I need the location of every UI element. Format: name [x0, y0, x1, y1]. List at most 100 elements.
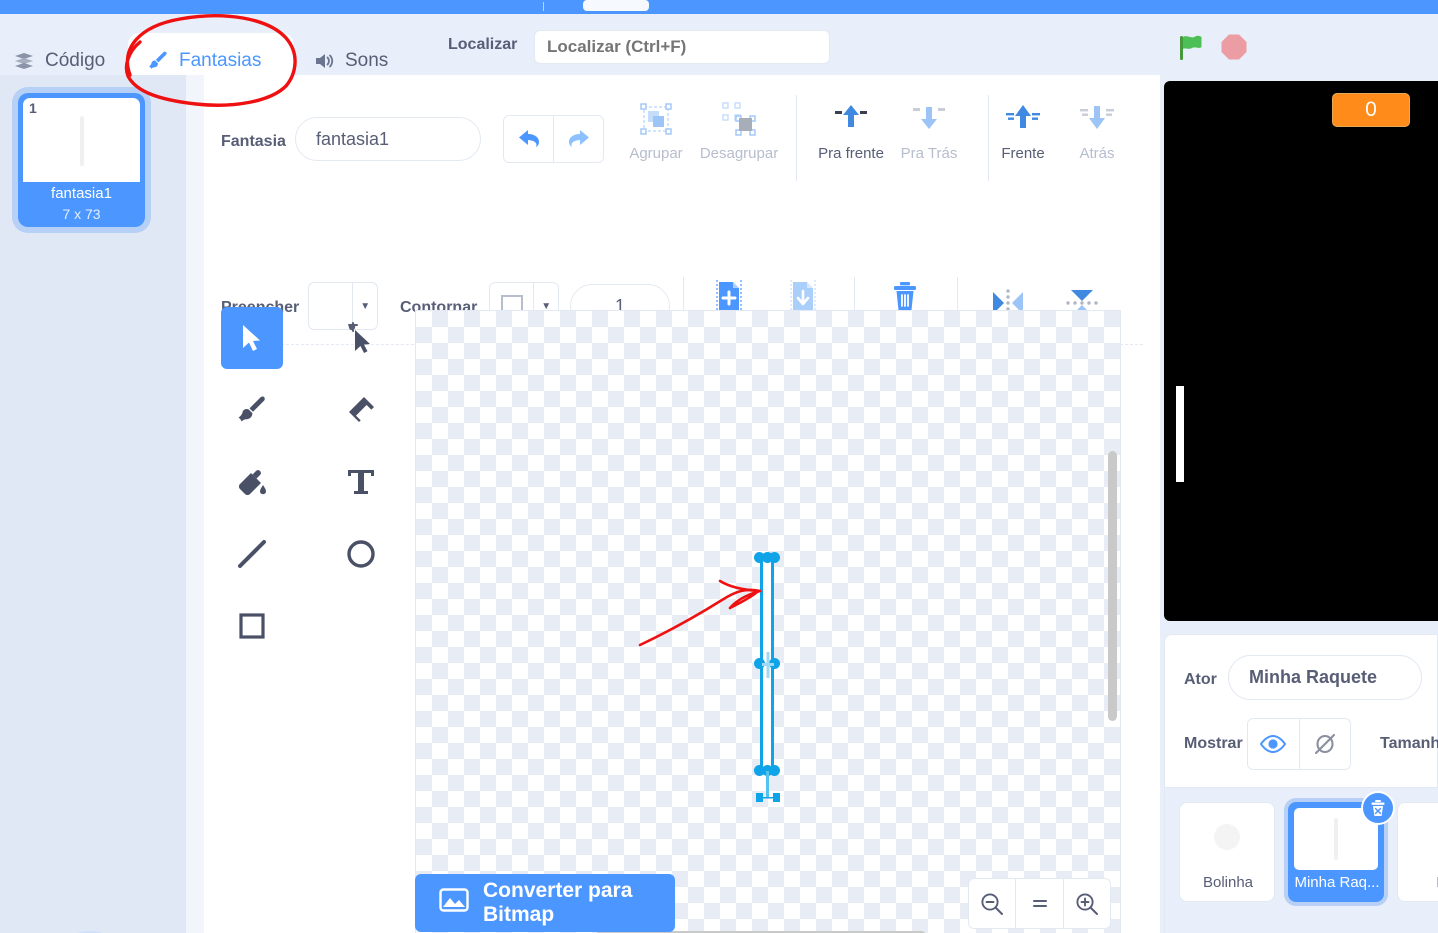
sprite-name: Ra [1398, 874, 1438, 891]
back-label: Atrás [1079, 145, 1115, 162]
size-label: Tamanho [1380, 735, 1438, 752]
paintbrush-icon [238, 396, 265, 422]
sprite-name-field[interactable] [1228, 655, 1422, 700]
send-backward-button[interactable]: Pra Trás [892, 97, 966, 162]
tool-line[interactable] [221, 523, 283, 585]
eye-icon [1260, 734, 1287, 754]
sprite-card-ra[interactable]: Ra [1397, 802, 1438, 902]
costume-name-field[interactable] [295, 117, 481, 161]
tool-rectangle[interactable] [221, 595, 283, 657]
tab-codigo-label: Código [45, 50, 106, 71]
tool-brush[interactable] [221, 379, 283, 441]
tab-sons-label: Sons [345, 50, 389, 71]
selected-shape[interactable] [754, 552, 780, 802]
costume-name: fantasia1 [51, 185, 112, 202]
handle-bottom-right [769, 765, 780, 776]
costume-index: 1 [29, 100, 37, 116]
costume-thumbnail: 1 [23, 98, 140, 182]
redo-button[interactable] [554, 116, 603, 162]
line-icon [238, 540, 266, 568]
zoom-in-button[interactable] [1064, 879, 1110, 928]
zoom-out-icon [981, 892, 1004, 915]
convert-to-bitmap-label: Converter para Bitmap [483, 879, 633, 926]
reshape-icon [348, 322, 370, 353]
costume-size: 7 x 73 [62, 206, 101, 222]
code-icon [12, 49, 36, 73]
panel-divider [186, 75, 204, 933]
green-flag-icon[interactable] [1177, 32, 1205, 62]
search-box[interactable] [534, 30, 830, 64]
bring-forward-button[interactable]: Pra frente [814, 97, 888, 162]
search-input[interactable] [547, 37, 817, 57]
back-icon [1078, 97, 1116, 141]
sprite-name-label: Ator [1184, 671, 1217, 688]
costume-thumb-shape [80, 116, 84, 166]
canvas-vertical-scrollbar[interactable] [1108, 451, 1117, 721]
undo-button[interactable] [504, 116, 553, 162]
undo-icon [518, 130, 539, 147]
ungroup-button[interactable]: Desagrupar [699, 97, 779, 162]
rectangle-icon [239, 613, 265, 639]
handle-top-right [769, 552, 780, 563]
convert-to-bitmap-button[interactable]: Converter para Bitmap [415, 874, 675, 932]
ungroup-label: Desagrupar [699, 145, 779, 162]
show-hidden-button[interactable] [1299, 719, 1350, 769]
text-icon [348, 470, 374, 494]
forward-label: Pra frente [818, 145, 884, 162]
backward-label: Pra Trás [900, 145, 958, 162]
backward-icon [912, 97, 946, 141]
group-label: Agrupar [629, 145, 683, 162]
menu-bar-divider [543, 2, 544, 11]
show-toggle-group [1247, 718, 1351, 770]
bring-to-front-button[interactable]: Frente [986, 97, 1060, 162]
ungroup-icon [721, 97, 757, 141]
eraser-icon [349, 397, 374, 422]
group-icon [638, 97, 674, 141]
tool-circle[interactable] [330, 523, 392, 585]
sprite-thumbnail [1185, 808, 1269, 870]
arrow-cursor-icon [243, 325, 260, 351]
front-label: Frente [1001, 145, 1045, 162]
tool-fill[interactable] [221, 451, 283, 513]
paint-canvas[interactable] [415, 310, 1121, 933]
forward-icon [834, 97, 868, 141]
costume-field-label: Fantasia [221, 133, 286, 150]
group-button[interactable]: Agrupar [619, 97, 693, 162]
show-label: Mostrar [1184, 735, 1243, 752]
front-icon [1004, 97, 1042, 141]
rotation-handle[interactable] [754, 791, 782, 804]
sound-icon [312, 49, 336, 73]
menu-bar-pill[interactable] [583, 0, 649, 11]
zoom-out-button[interactable] [969, 879, 1015, 928]
redo-icon [568, 130, 589, 147]
show-visible-button[interactable] [1248, 719, 1299, 769]
costume-list-item[interactable]: 1 fantasia1 7 x 73 [18, 93, 145, 227]
sprite-name: Bolinha [1202, 874, 1254, 891]
tool-text[interactable] [330, 451, 392, 513]
sprite-card-bolinha[interactable]: Bolinha [1179, 802, 1275, 902]
costume-list-panel: 1 fantasia1 7 x 73 [0, 75, 186, 933]
sprite-name: Minha Raq... [1294, 874, 1380, 891]
scratch-paint-editor-screen: Código Fantasias Sons Localizar Localiza… [0, 0, 1438, 933]
sprite-name-input[interactable] [1249, 667, 1401, 688]
tab-fantasias-label: Fantasias [179, 50, 262, 71]
score-monitor-value: 0 [1365, 98, 1377, 121]
costume-name-input[interactable] [316, 128, 460, 150]
tool-reshape[interactable] [330, 307, 392, 369]
zoom-reset-icon [1032, 899, 1047, 907]
stage-sprite-paddle [1176, 386, 1184, 482]
move-cursor-icon [762, 652, 774, 678]
stop-icon[interactable] [1220, 33, 1248, 61]
stage[interactable]: 0 [1164, 81, 1438, 621]
eye-slash-icon [1314, 733, 1335, 755]
paint-bucket-icon [238, 470, 266, 496]
sprite-panel: Ator Mostrar Tamanho [1164, 634, 1438, 933]
score-monitor[interactable]: 0 [1332, 93, 1410, 127]
delete-sprite-button[interactable] [1361, 791, 1395, 825]
sprite-card-minha-raquete[interactable]: Minha Raq... [1288, 791, 1395, 902]
zoom-reset-button[interactable] [1016, 879, 1062, 928]
send-to-back-button[interactable]: Atrás [1060, 97, 1134, 162]
menu-bar [0, 0, 1438, 14]
tool-select[interactable] [221, 307, 283, 369]
tool-eraser[interactable] [330, 379, 392, 441]
